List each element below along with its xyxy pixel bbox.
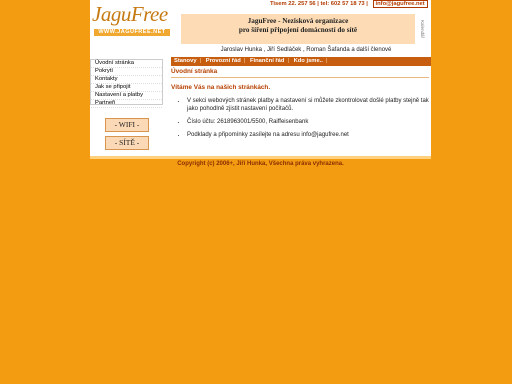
banner: JaguFree - Nezisková organizace pro šíře… [181,14,415,44]
bottom-bar [90,156,431,159]
top-navigation: Stanovy | Provozní řád | Finanční řád | Kdo… [171,57,431,66]
leftnav-item-uvodni[interactable]: Úvodní stránka [91,60,162,68]
topnav-item-provozni-rad[interactable]: Provozní řád [203,58,244,64]
contact-email-link[interactable]: info@jagufree.net [372,0,428,8]
topnav-item-financni-rad[interactable]: Finanční řád [247,58,287,64]
content-list: V sekci webových stránek platby a nastav… [171,97,429,139]
members-line: Jaroslav Hunka , Jiří Sedláček , Roman Š… [220,47,392,53]
leftnav-item-partneri[interactable]: Partneři [91,100,162,108]
welcome-heading: Vítáme Vás na našich stránkách. [171,84,271,91]
leftnav-item-pokryti[interactable]: Pokrytí [91,68,162,76]
logo-url: WWW.JAGUFREE.NET [94,29,170,36]
list-item: V sekci webových stránek platby a nastav… [187,97,429,113]
list-item: Podklady a připomínky zasílejte na adres… [187,131,429,139]
topnav-item-kdo-jsme[interactable]: Kdo jsme.. [291,58,326,64]
content-title: Úvodní stránka [171,68,429,78]
contact-info: Tisem 22. 257 56 | tel: 602 57 18 73 | i… [270,0,428,8]
leftnav-item-nastaveni-platby[interactable]: Nastavení a platby [91,92,162,100]
leftnav-item-kontakty[interactable]: Kontakty [91,76,162,84]
footer-copyright: Copyright (c) 2006+, Jiří Hunka, Všechna… [177,161,344,167]
logo-text: JaguFree [92,2,168,26]
topnav-item-stanovy[interactable]: Stanovy [171,58,200,64]
banner-subtitle: pro šíření připojení domácností do sítě [238,26,358,34]
main-content: Úvodní stránka Vítáme Vás na našich strá… [171,68,429,144]
wifi-button[interactable]: - WIFI - [105,118,149,132]
contact-phone: Tisem 22. 257 56 | tel: 602 57 18 73 | [270,1,368,7]
list-item: Číslo účtu: 2618963001/5500, Raiffeisenb… [187,118,429,126]
calendar-side-label[interactable]: Kalendář [415,14,425,44]
left-navigation: Úvodní stránka Pokrytí Kontakty Jak se p… [90,59,163,108]
logo[interactable]: JaguFree WWW.JAGUFREE.NET [90,0,170,40]
banner-title: JaguFree - Nezisková organizace [247,17,349,25]
site-button[interactable]: - SÍTĚ - [105,136,149,150]
leftnav-item-jak-pripojit[interactable]: Jak se připojit [91,84,162,92]
